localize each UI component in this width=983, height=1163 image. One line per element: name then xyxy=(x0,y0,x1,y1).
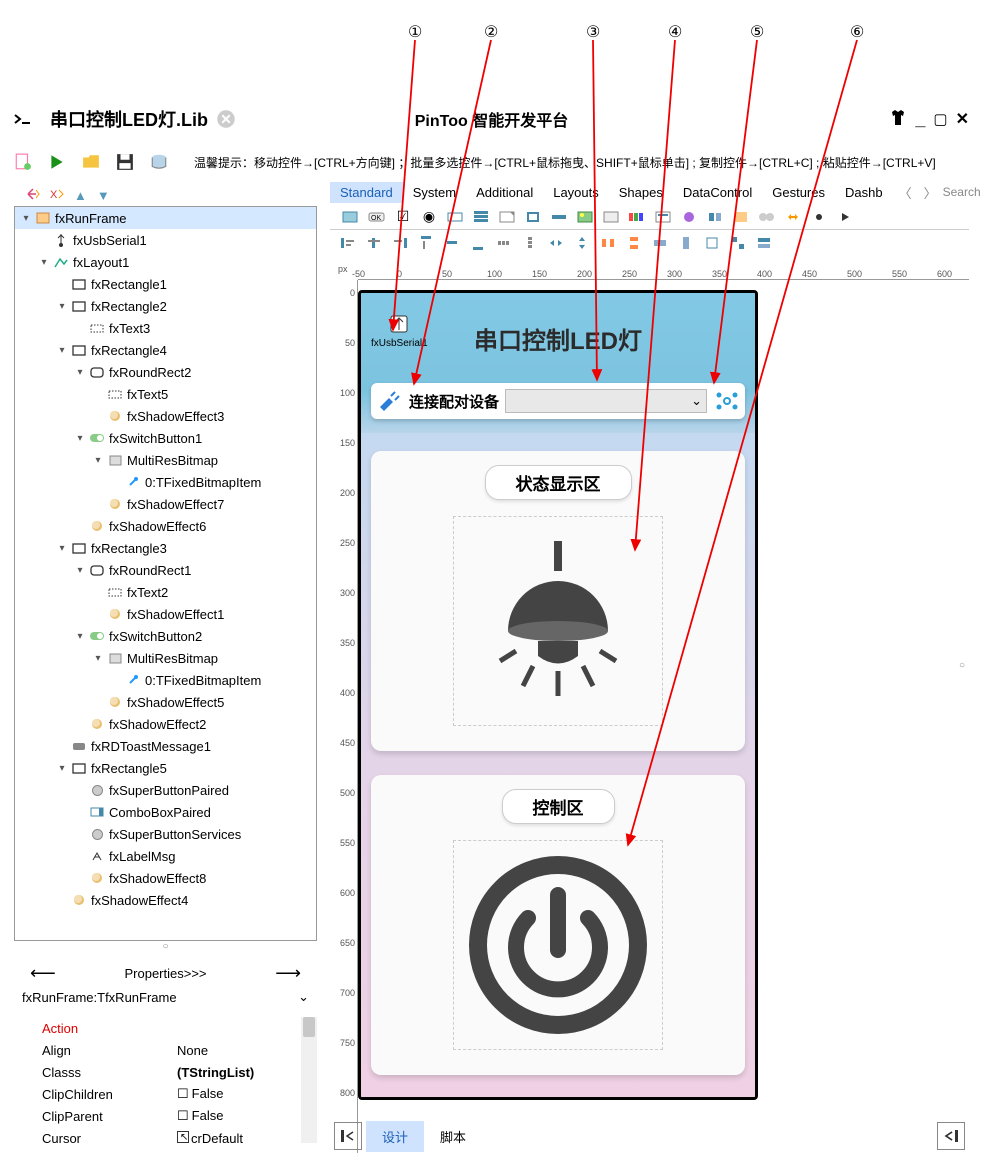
property-name: Action xyxy=(42,1021,177,1036)
collapse-left-icon[interactable] xyxy=(334,1122,362,1150)
ruler-tick: 700 xyxy=(340,988,355,998)
property-value[interactable]: None xyxy=(177,1043,317,1058)
property-row[interactable]: ClipParentFalse xyxy=(14,1105,317,1127)
property-name: Align xyxy=(42,1043,177,1058)
tab-script[interactable]: 脚本 xyxy=(424,1121,482,1152)
callout-4: ④ xyxy=(668,22,682,42)
tab-design[interactable]: 设计 xyxy=(366,1121,424,1152)
property-name: ClipParent xyxy=(42,1109,177,1124)
property-row[interactable]: Classs(TStringList) xyxy=(14,1061,317,1083)
property-value[interactable]: False xyxy=(177,1108,317,1124)
callout-1: ① xyxy=(408,22,422,42)
property-name: Classs xyxy=(42,1065,177,1080)
callout-3: ③ xyxy=(586,22,600,42)
property-row[interactable]: Cursor↖crDefault xyxy=(14,1127,317,1143)
property-value[interactable]: ↖crDefault xyxy=(177,1131,317,1144)
props-component-selector[interactable]: fxRunFrame:TfxRunFrame ⌄ xyxy=(14,985,317,1009)
props-scrollbar[interactable] xyxy=(301,1017,317,1143)
properties-header: ⟵ Properties>>> ⟶ xyxy=(14,961,317,985)
property-value[interactable]: False xyxy=(177,1086,317,1102)
bottom-tabs: 设计 脚本 xyxy=(330,1119,969,1153)
callout-2: ② xyxy=(484,22,498,42)
ruler-tick: 800 xyxy=(340,1088,355,1098)
property-row[interactable]: AlignNone xyxy=(14,1039,317,1061)
callout-6: ⑥ xyxy=(850,22,864,42)
properties-grid[interactable]: ActionAlignNoneClasss(TStringList)ClipCh… xyxy=(14,1017,317,1143)
property-value[interactable]: (TStringList) xyxy=(177,1065,317,1080)
property-name: Cursor xyxy=(42,1131,177,1144)
props-selector-text: fxRunFrame:TfxRunFrame xyxy=(22,990,177,1005)
property-row[interactable]: ClipChildrenFalse xyxy=(14,1083,317,1105)
props-right-arrow-icon[interactable]: ⟶ xyxy=(275,963,301,984)
property-name: ClipChildren xyxy=(42,1087,177,1102)
collapse-right-icon[interactable] xyxy=(937,1122,965,1150)
properties-label: Properties>>> xyxy=(124,966,206,981)
chevron-down-icon: ⌄ xyxy=(298,989,309,1005)
ruler-tick: 750 xyxy=(340,1038,355,1048)
callout-arrows xyxy=(0,40,983,940)
props-left-arrow-icon[interactable]: ⟵ xyxy=(30,963,56,984)
panel-divider[interactable]: ○ xyxy=(14,941,317,961)
callout-5: ⑤ xyxy=(750,22,764,42)
property-row[interactable]: Action xyxy=(14,1017,317,1039)
